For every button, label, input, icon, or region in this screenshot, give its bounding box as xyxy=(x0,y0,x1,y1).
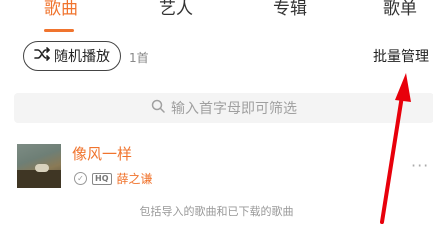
shuffle-play-label: 随机播放 xyxy=(54,49,110,65)
active-tab-indicator xyxy=(44,29,74,32)
batch-manage-button[interactable]: 批量管理 xyxy=(373,46,429,66)
search-icon xyxy=(151,99,165,117)
library-footer-note: 包括导入的歌曲和已下载的歌曲 xyxy=(139,205,294,218)
tab-songs[interactable]: 歌曲 xyxy=(44,0,78,19)
more-options-button[interactable]: ··· xyxy=(411,156,429,175)
song-artist[interactable]: 薛之谦 xyxy=(117,170,153,187)
tab-bar: 歌曲 艺人 专辑 歌单 xyxy=(0,0,433,32)
tab-artists[interactable]: 艺人 xyxy=(159,0,193,19)
song-title[interactable]: 像风一样 xyxy=(72,143,132,164)
search-input[interactable]: 输入首字母即可筛选 xyxy=(14,93,433,123)
cover-art-figure xyxy=(35,164,49,172)
cover-art-hill xyxy=(17,170,61,188)
downloaded-check-icon: ✓ xyxy=(74,172,87,185)
tab-playlists[interactable]: 歌单 xyxy=(383,0,417,19)
search-placeholder: 输入首字母即可筛选 xyxy=(171,101,297,117)
tab-albums[interactable]: 专辑 xyxy=(273,0,307,19)
shuffle-play-button[interactable]: 随机播放 xyxy=(23,41,121,71)
song-meta: ✓ HQ 薛之谦 xyxy=(74,170,153,187)
hq-badge: HQ xyxy=(92,172,112,185)
song-count: 1首 xyxy=(129,51,149,65)
album-cover[interactable] xyxy=(17,144,61,188)
shuffle-icon xyxy=(34,46,50,66)
